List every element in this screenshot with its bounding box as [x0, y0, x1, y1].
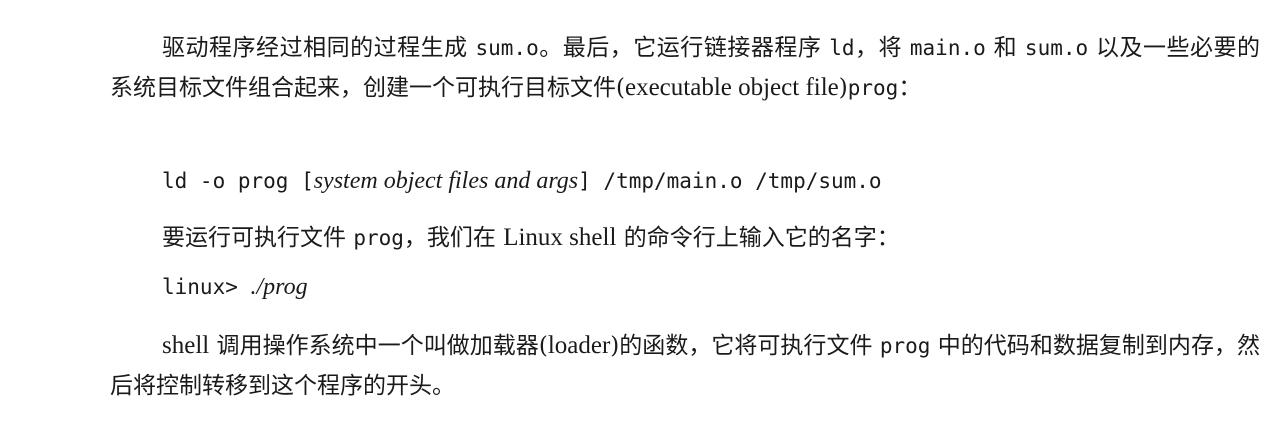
- code-suffix: ] /tmp/main.o /tmp/sum.o: [578, 169, 882, 193]
- code-term-sum-o: sum.o: [1024, 36, 1089, 60]
- code-term-prog: prog: [353, 226, 404, 250]
- shell-prompt: linux>: [162, 275, 251, 299]
- code-italic-placeholder: system object files and args: [313, 168, 579, 194]
- paragraph-linker-intro: 驱动程序经过相同的过程生成 sum.o。最后，它运行链接器程序 ld，将 mai…: [110, 28, 1260, 108]
- paragraph-loader: shell 调用操作系统中一个叫做加载器(loader)的函数，它将可执行文件 …: [110, 326, 1260, 406]
- english-term-linux-shell: Linux shell: [503, 224, 617, 251]
- code-block-ld-command: ld -o prog [system object files and args…: [162, 166, 882, 196]
- code-italic-command: ./prog: [250, 274, 308, 300]
- code-term-sum-o: sum.o: [475, 36, 539, 60]
- code-prefix: ld -o prog [: [162, 169, 314, 193]
- text-run: 调用操作系统中一个叫做加载器(: [209, 333, 548, 359]
- text-run: ，我们在: [403, 225, 504, 251]
- text-run: 驱动程序经过相同的过程生成: [162, 35, 476, 61]
- english-term-shell: shell: [162, 332, 210, 359]
- text-run: )的函数，它将可执行文件: [610, 333, 880, 359]
- code-term-prog: prog: [879, 334, 931, 358]
- text-run: 。最后，它运行链接器程序: [538, 35, 830, 61]
- document-page: 驱动程序经过相同的过程生成 sum.o。最后，它运行链接器程序 ld，将 mai…: [0, 0, 1277, 423]
- code-term-ld: ld: [829, 36, 855, 60]
- code-term-prog: prog: [847, 76, 899, 100]
- text-run: ：: [898, 75, 922, 101]
- text-run: ，将: [854, 35, 910, 61]
- text-run: 和: [985, 35, 1025, 61]
- code-term-main-o: main.o: [909, 36, 986, 60]
- text-run: 的命令行上输入它的名字：: [616, 225, 900, 251]
- text-run: 要运行可执行文件: [162, 225, 354, 251]
- code-block-shell-prompt: linux> ./prog: [162, 272, 308, 302]
- english-term-loader: loader: [547, 332, 611, 359]
- paragraph-run-prog: 要运行可执行文件 prog，我们在 Linux shell 的命令行上输入它的名…: [162, 218, 1262, 258]
- english-term-executable: executable object file: [624, 74, 839, 101]
- text-run: ): [838, 75, 848, 101]
